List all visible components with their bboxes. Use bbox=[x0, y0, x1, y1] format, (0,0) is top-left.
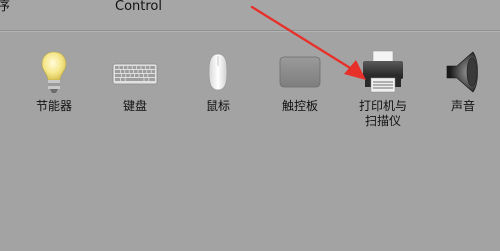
pref-pane-energy-saver[interactable]: 节能器 bbox=[14, 48, 94, 114]
printer-icon bbox=[359, 48, 407, 96]
pref-pane-label: 声音 bbox=[450, 99, 475, 113]
pref-pane-keyboard[interactable]: 键盘 bbox=[95, 48, 175, 114]
pref-pane-mouse[interactable]: 鼠标 bbox=[178, 48, 258, 114]
pref-pane-label: 节能器 bbox=[35, 99, 72, 113]
lightbulb-icon bbox=[30, 48, 78, 96]
previous-row-fragment: 序 bbox=[0, 0, 11, 14]
pref-pane-label: 触控板 bbox=[281, 99, 318, 113]
section-divider-highlight bbox=[0, 31, 500, 32]
mouse-icon bbox=[194, 48, 242, 96]
pref-pane-sound[interactable]: 声音 bbox=[423, 48, 500, 114]
speaker-icon bbox=[439, 48, 487, 96]
keyboard-icon bbox=[111, 48, 159, 96]
pref-pane-trackpad[interactable]: 触控板 bbox=[260, 48, 340, 114]
previous-row-label-control[interactable]: Control bbox=[115, 0, 162, 16]
previous-row-strip: 序 Control bbox=[0, 0, 500, 30]
pref-pane-label: 打印机与 扫描仪 bbox=[358, 99, 407, 128]
pref-pane-label: 鼠标 bbox=[205, 99, 230, 113]
annotation-arrow bbox=[250, 5, 366, 80]
pref-pane-printers-scanners[interactable]: 打印机与 扫描仪 bbox=[343, 48, 423, 129]
pref-pane-label: 键盘 bbox=[122, 99, 147, 113]
trackpad-icon bbox=[276, 48, 324, 96]
